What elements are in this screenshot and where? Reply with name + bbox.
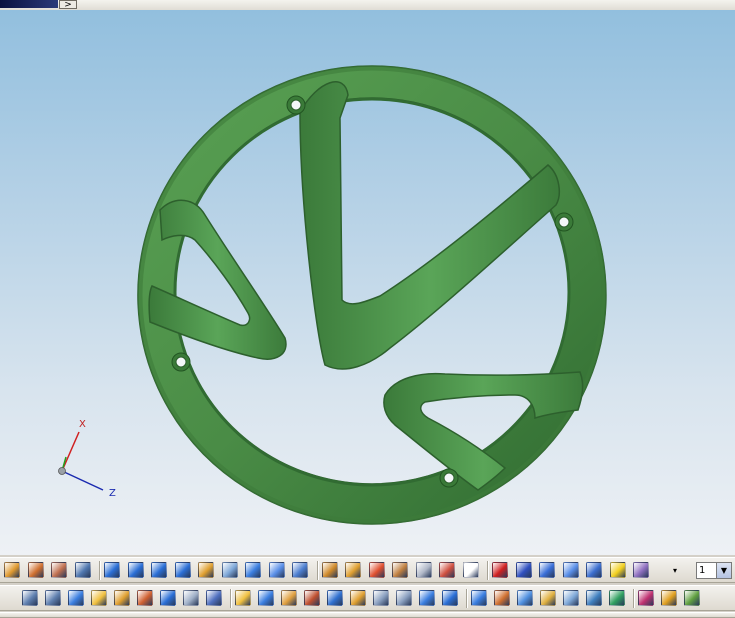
link-icon[interactable] [206,590,222,606]
screw-hole [286,95,306,115]
swirl-icon[interactable] [51,562,67,578]
red-arrow-icon[interactable] [492,562,508,578]
section-icon[interactable] [392,562,408,578]
chart-icon[interactable] [327,590,343,606]
toolbar-row-3 [0,612,735,618]
view-icon[interactable] [563,590,579,606]
layer-icon[interactable] [22,590,38,606]
box-icon[interactable] [258,590,274,606]
z-axis-label: Z [109,488,116,499]
point-icon[interactable] [368,562,385,578]
screw-hole [439,468,459,488]
toolbar-separator [487,561,489,580]
axis-triad-icon[interactable] [515,562,532,578]
render-icon[interactable] [609,590,625,606]
sheet-icon[interactable] [235,590,251,606]
toolbar-separator [230,589,232,608]
ring-inner-edge [173,97,571,487]
solid-icon[interactable] [174,562,191,578]
pattern-icon[interactable] [350,590,366,606]
solid-icon[interactable] [160,590,176,606]
sheet-icon[interactable] [91,590,107,606]
x-axis-label: X [79,419,86,430]
layer-select[interactable]: 1 ▼ [696,562,732,579]
toolbar-row-1: ▾ 1 ▼ [0,557,735,583]
pen-icon[interactable] [638,590,654,606]
cylinder-icon[interactable] [268,562,285,578]
rotate-icon[interactable] [586,590,602,606]
rectangle-icon[interactable] [415,562,432,578]
layer-icon[interactable] [45,590,61,606]
screw-hole [171,352,191,372]
shell-icon[interactable] [517,590,533,606]
face-icon[interactable] [396,590,412,606]
move-icon[interactable] [321,562,338,578]
cylinder-icon[interactable] [562,562,579,578]
cone-icon[interactable] [586,562,602,578]
block-icon[interactable] [539,562,555,578]
toolbar-row-2 [0,585,735,611]
array-icon[interactable] [183,590,199,606]
chevron-down-icon[interactable]: ▾ [673,566,677,575]
solid-icon[interactable] [442,590,458,606]
hole-icon[interactable] [281,590,297,606]
color-icon[interactable] [661,590,677,606]
model-canvas[interactable] [0,10,735,555]
solid-icon[interactable] [104,562,120,578]
box-icon[interactable] [419,590,435,606]
toolbar-separator [99,561,101,580]
shade-icon[interactable] [292,562,308,578]
ring-outer-edge [137,65,607,525]
wireframe-icon[interactable] [633,562,649,578]
analysis-icon[interactable] [4,562,20,578]
surface-icon[interactable] [114,590,130,606]
flange-icon[interactable] [540,590,556,606]
screw-hole [554,212,574,232]
solid-icon[interactable] [127,562,144,578]
box-icon[interactable] [471,590,487,606]
toolbar-separator [466,589,468,608]
expand-arrow-button[interactable]: > [59,0,77,10]
sphere-icon[interactable] [609,562,626,578]
brush-icon[interactable] [684,590,700,606]
datum-plane-icon[interactable] [462,562,479,578]
text-icon[interactable] [137,590,153,606]
face-icon[interactable] [373,590,389,606]
feature-icon[interactable] [345,562,361,578]
box-icon[interactable] [68,590,84,606]
chevron-down-icon[interactable]: ▼ [716,563,731,578]
transform-icon[interactable] [439,562,455,578]
grille-model[interactable] [137,65,607,525]
toolbar-separator [633,589,635,608]
view-icon[interactable] [221,562,238,578]
measure-icon[interactable] [74,562,91,578]
layer-select-value: 1 [699,565,706,576]
solid-icon[interactable] [151,562,167,578]
tools-icon[interactable] [494,590,510,606]
graphics-viewport[interactable]: X Z [0,10,735,555]
tools-icon[interactable] [27,562,44,578]
axis-triad [58,431,104,491]
title-bar-fragment [0,0,58,8]
surface-icon[interactable] [198,562,214,578]
cut-icon[interactable] [304,590,320,606]
toolbar-separator [316,561,319,580]
box-icon[interactable] [245,562,261,578]
